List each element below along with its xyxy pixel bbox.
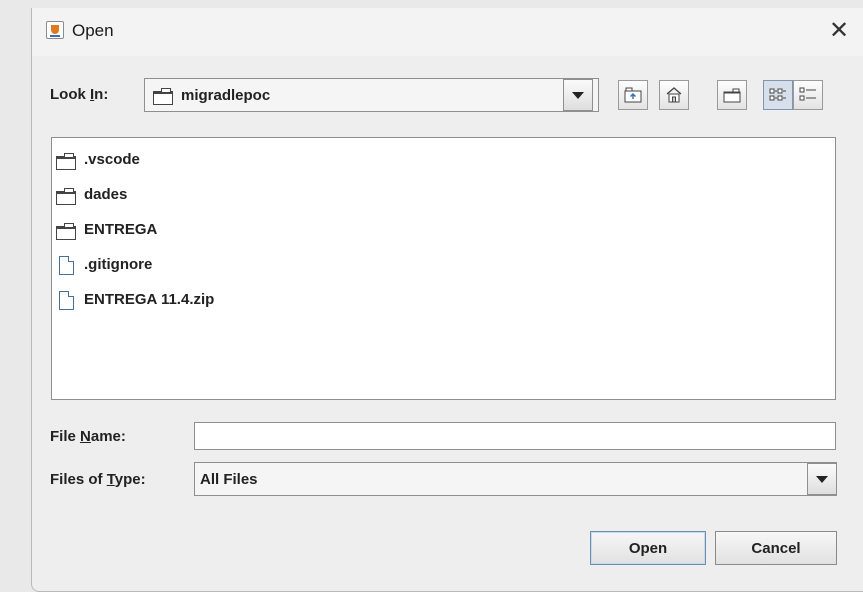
details-view-icon xyxy=(799,87,816,101)
list-item[interactable]: .gitignore xyxy=(52,254,352,276)
list-item[interactable]: dades xyxy=(52,184,352,206)
look-in-label: Look In: xyxy=(50,86,109,103)
cancel-button[interactable]: Cancel xyxy=(715,531,837,565)
new-folder-icon xyxy=(723,88,741,103)
up-one-level-button[interactable] xyxy=(618,80,648,110)
close-button[interactable]: ✕ xyxy=(815,8,863,56)
home-button[interactable] xyxy=(659,80,689,110)
files-of-type-dropdown-button[interactable] xyxy=(807,463,837,495)
folder-icon xyxy=(56,153,76,170)
new-folder-button[interactable] xyxy=(717,80,747,110)
list-item[interactable]: ENTREGA xyxy=(52,219,352,241)
file-icon xyxy=(59,291,74,310)
up-one-level-icon xyxy=(624,87,642,103)
folder-icon xyxy=(153,88,173,105)
list-item[interactable]: .vscode xyxy=(52,149,352,171)
list-item-name: ENTREGA xyxy=(84,221,158,238)
look-in-value: migradlepoc xyxy=(181,87,271,104)
file-list[interactable]: .vscode dades ENTREGA .gitignore ENTREGA 11.… xyxy=(51,137,836,400)
open-dialog: Open ✕ Look In: migradlepoc .vscode dade… xyxy=(31,8,863,592)
file-icon xyxy=(59,256,74,275)
list-view-icon xyxy=(769,88,786,101)
files-of-type-label: Files of Type: xyxy=(50,471,146,488)
list-item-name: .gitignore xyxy=(84,256,153,273)
folder-icon xyxy=(56,188,76,205)
home-icon xyxy=(666,87,682,103)
title-bar[interactable]: Open ✕ xyxy=(32,8,863,56)
file-name-input[interactable] xyxy=(194,422,836,450)
list-item-name: ENTREGA 11.4.zip xyxy=(84,291,215,308)
files-of-type-combo[interactable]: All Files xyxy=(194,462,837,496)
list-item-name: .vscode xyxy=(84,151,140,168)
look-in-combo[interactable]: migradlepoc xyxy=(144,78,599,112)
list-item[interactable]: ENTREGA 11.4.zip xyxy=(52,289,352,311)
window-title: Open xyxy=(72,21,114,40)
java-icon xyxy=(46,21,64,39)
list-view-button[interactable] xyxy=(763,80,793,110)
details-view-button[interactable] xyxy=(793,80,823,110)
look-in-dropdown-button[interactable] xyxy=(563,79,593,111)
files-of-type-value: All Files xyxy=(200,471,258,488)
list-item-name: dades xyxy=(84,186,128,203)
file-name-label: File Name: xyxy=(50,428,126,445)
open-button[interactable]: Open xyxy=(590,531,706,565)
folder-icon xyxy=(56,223,76,240)
